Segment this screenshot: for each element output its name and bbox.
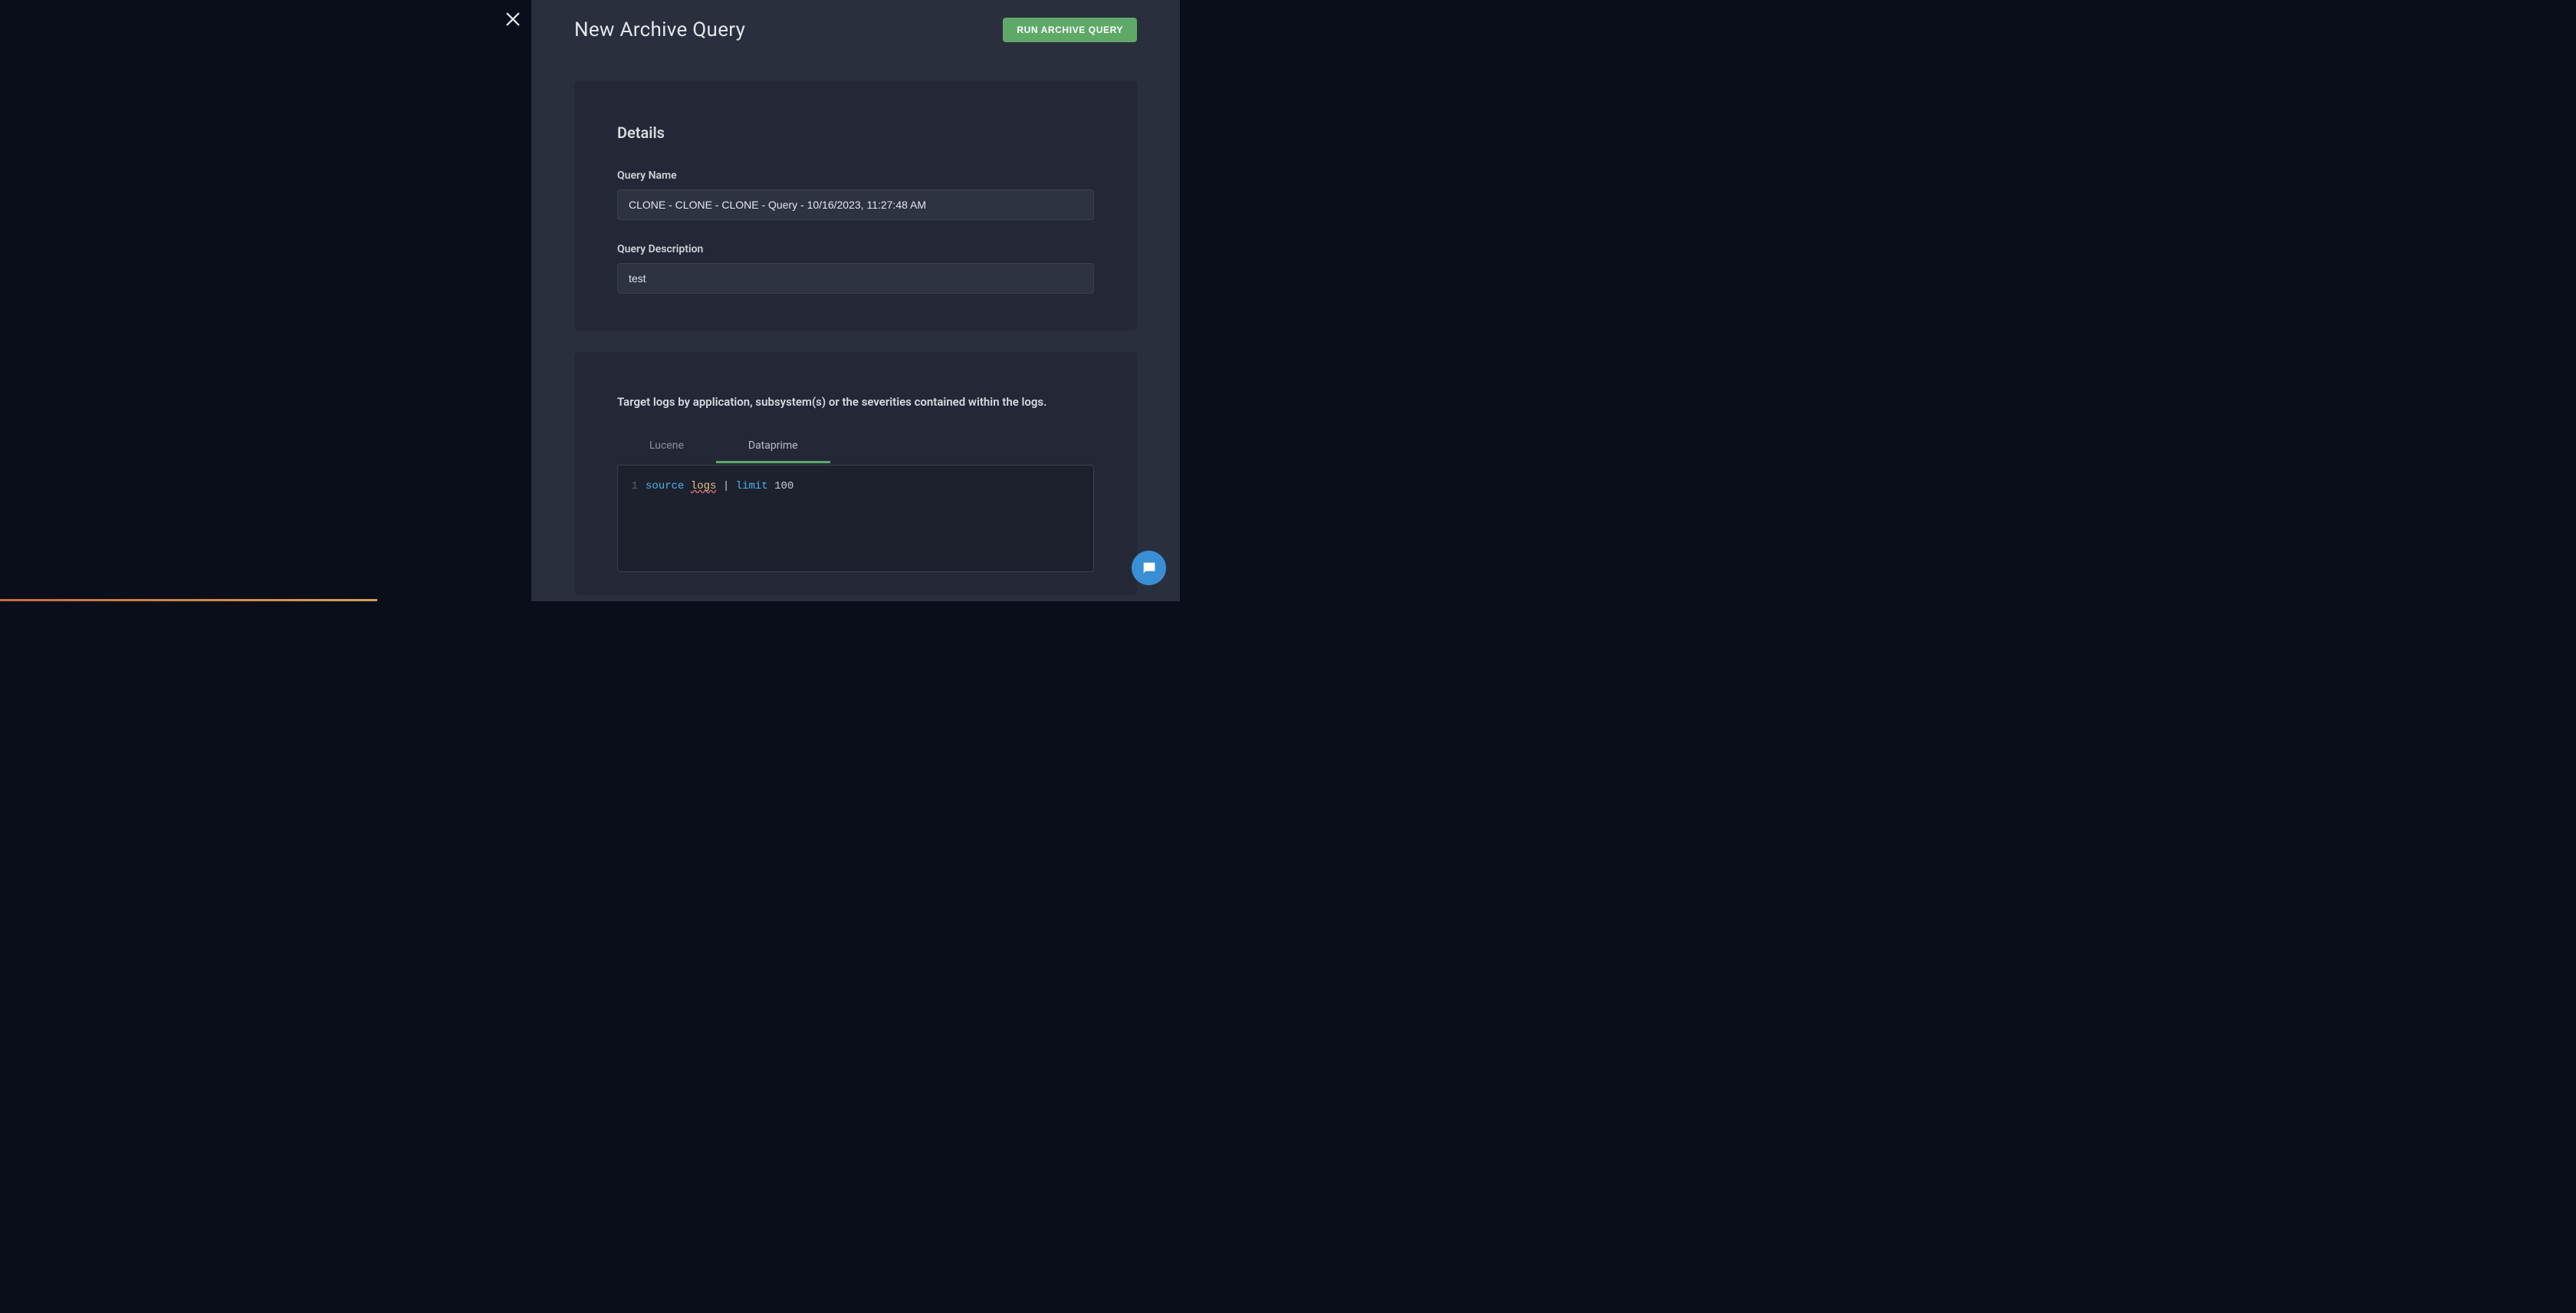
query-name-label: Query Name xyxy=(617,169,1094,182)
query-description-field-group: Query Description xyxy=(617,243,1094,294)
code-token-identifier: logs xyxy=(691,480,717,492)
line-number: 1 xyxy=(630,478,638,495)
close-button[interactable] xyxy=(501,8,524,31)
query-name-input[interactable] xyxy=(617,189,1094,220)
query-code-editor[interactable]: 1 source logs | limit 100 xyxy=(617,465,1094,572)
run-archive-query-button[interactable]: RUN ARCHIVE QUERY xyxy=(1003,18,1137,42)
chat-icon xyxy=(1141,560,1158,577)
filter-card: Target logs by application, subsystem(s)… xyxy=(574,352,1137,595)
query-language-tabs: Lucene Dataprime xyxy=(617,430,1094,463)
loading-progress-bar xyxy=(0,599,377,601)
panel-header: New Archive Query RUN ARCHIVE QUERY xyxy=(531,0,1180,59)
code-token-keyword: limit xyxy=(736,480,768,492)
details-section-title: Details xyxy=(617,123,1094,142)
line-number-gutter: 1 xyxy=(630,478,646,559)
panel-body: Details Query Name Query Description Tar… xyxy=(531,59,1180,601)
code-token-keyword: source xyxy=(646,480,684,492)
query-description-input[interactable] xyxy=(617,263,1094,294)
code-token-pipe: | xyxy=(723,480,729,492)
new-archive-query-panel: New Archive Query RUN ARCHIVE QUERY Deta… xyxy=(531,0,1180,601)
tab-dataprime[interactable]: Dataprime xyxy=(716,430,830,463)
panel-title: New Archive Query xyxy=(574,18,745,41)
filter-heading: Target logs by application, subsystem(s)… xyxy=(617,395,1094,409)
query-description-label: Query Description xyxy=(617,243,1094,255)
tab-lucene[interactable]: Lucene xyxy=(617,430,716,463)
code-token-number: 100 xyxy=(774,480,794,492)
close-icon xyxy=(504,11,521,28)
query-name-field-group: Query Name xyxy=(617,169,1094,220)
chat-support-button[interactable] xyxy=(1132,551,1166,585)
code-content[interactable]: source logs | limit 100 xyxy=(646,478,1081,559)
details-card: Details Query Name Query Description xyxy=(574,81,1137,331)
